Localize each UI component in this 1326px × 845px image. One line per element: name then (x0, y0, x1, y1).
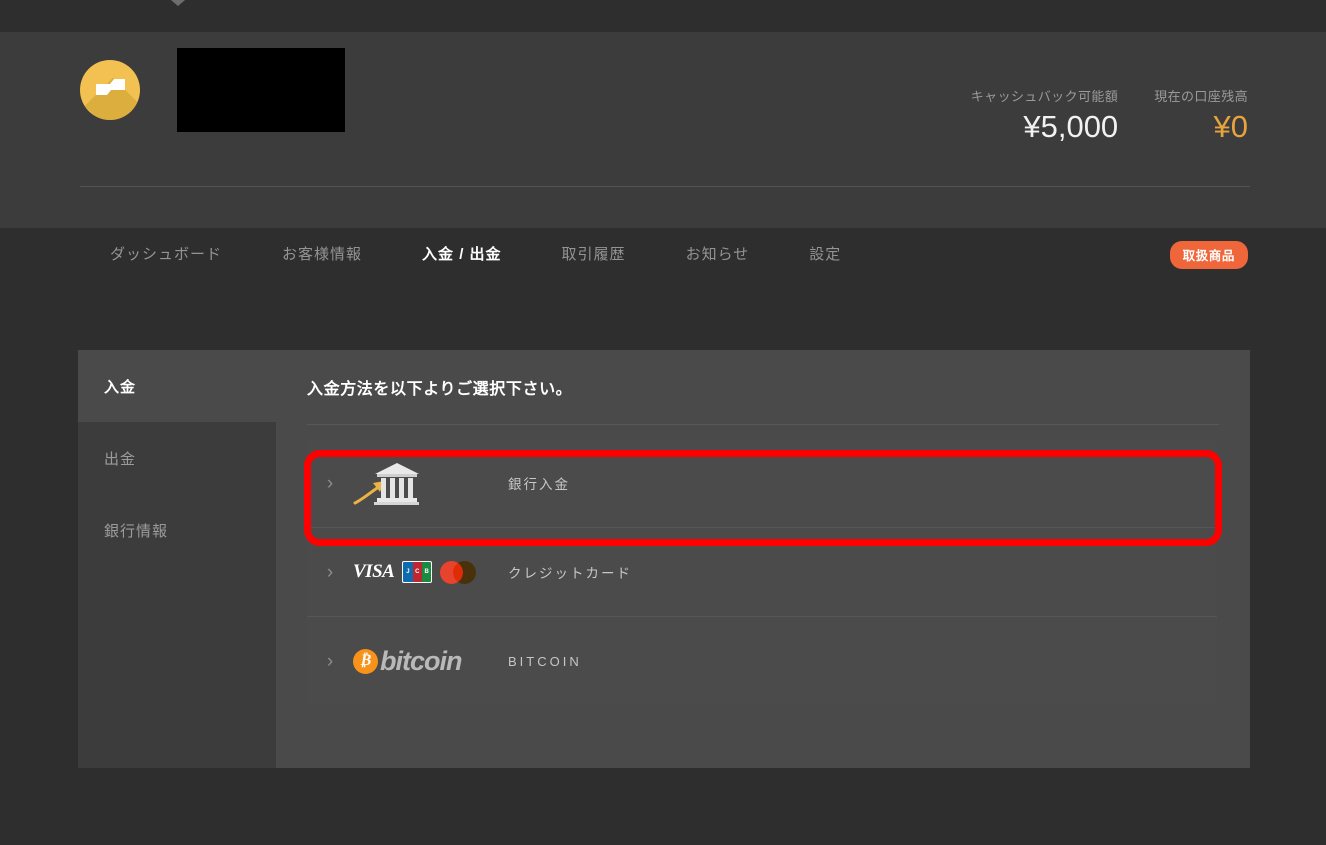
visa-logo-icon: VISA (353, 561, 395, 582)
deposit-method-credit-card-label: クレジットカード (508, 566, 632, 581)
bank-logo-cell (353, 459, 508, 507)
deposit-method-list: › 銀行入金 › VISA J C B クレジットカード › ₿ bitcoin… (307, 439, 1217, 705)
panel-divider (307, 424, 1219, 425)
cashback-balance: キャッシュバック可能額 ¥5,000 (971, 88, 1118, 146)
balance-summary: キャッシュバック可能額 ¥5,000 現在の口座残高 ¥0 (971, 88, 1248, 146)
partial-logo-chevron-icon (145, 0, 211, 6)
swirl-coin-logo-icon (80, 60, 140, 120)
bitcoin-wordmark: bitcoin (380, 645, 462, 676)
cashback-balance-label: キャッシュバック可能額 (970, 89, 1119, 104)
content-area: 入金 出金 銀行情報 入金方法を以下よりご選択下さい。 › 銀行入金 › VIS… (78, 350, 1250, 768)
mastercard-logo-icon (440, 560, 477, 584)
bank-building-icon (353, 459, 419, 507)
bitcoin-symbol-icon: ₿ (353, 648, 378, 674)
page-root: キャッシュバック可能額 ¥5,000 現在の口座残高 ¥0 ダッシュボード お客… (0, 0, 1326, 845)
chevron-right-icon: › (326, 650, 334, 672)
account-balance-value: ¥0 (1213, 109, 1248, 144)
account-balance: 現在の口座残高 ¥0 (1154, 88, 1248, 146)
tab-transaction-history[interactable]: 取引履歴 (532, 228, 656, 278)
deposit-method-bitcoin[interactable]: › ₿ bitcoin BITCOIN (307, 617, 1217, 705)
cashback-balance-value: ¥5,000 (1023, 109, 1119, 144)
tab-dashboard[interactable]: ダッシュボード (80, 228, 252, 278)
jcb-letter-c: C (412, 562, 422, 582)
sidebar-item-bank-info[interactable]: 銀行情報 (78, 494, 276, 566)
jcb-logo-icon: J C B (402, 561, 433, 583)
deposit-method-credit-card[interactable]: › VISA J C B クレジットカード (307, 528, 1217, 616)
products-button[interactable]: 取扱商品 (1169, 241, 1248, 269)
deposit-method-bank[interactable]: › 銀行入金 (307, 439, 1217, 527)
brand-name-redacted-block (177, 48, 345, 132)
deposit-method-bank-label: 銀行入金 (508, 477, 570, 492)
deposit-panel: 入金方法を以下よりご選択下さい。 › 銀行入金 › VISA J C B クレジ… (276, 350, 1250, 768)
jcb-letter-b: B (421, 562, 432, 582)
bitcoin-logo-cell: ₿ bitcoin (353, 646, 508, 677)
header-divider (80, 186, 1250, 187)
bitcoin-logo-icon: ₿ bitcoin (353, 646, 462, 677)
card-brand-logos: VISA J C B (353, 560, 508, 584)
tab-deposit-withdraw[interactable]: 入金 / 出金 (392, 228, 532, 278)
brand-row (80, 48, 345, 132)
main-tabbar: ダッシュボード お客様情報 入金 / 出金 取引履歴 お知らせ 設定 取扱商品 (0, 228, 1326, 278)
jcb-letter-j: J (403, 562, 413, 582)
deposit-method-bitcoin-label: BITCOIN (508, 653, 582, 669)
top-strip (0, 0, 1326, 32)
account-balance-label: 現在の口座残高 (1154, 89, 1248, 104)
chevron-right-icon: › (326, 561, 334, 583)
chevron-right-icon: › (326, 472, 334, 494)
panel-heading: 入金方法を以下よりご選択下さい。 (307, 381, 573, 398)
sidebar-item-deposit[interactable]: 入金 (78, 350, 276, 422)
tab-notices[interactable]: お知らせ (656, 228, 780, 278)
sidebar-item-withdraw[interactable]: 出金 (78, 422, 276, 494)
tab-settings[interactable]: 設定 (779, 228, 871, 278)
tab-customer-info[interactable]: お客様情報 (252, 228, 392, 278)
sidebar: 入金 出金 銀行情報 (78, 350, 276, 768)
